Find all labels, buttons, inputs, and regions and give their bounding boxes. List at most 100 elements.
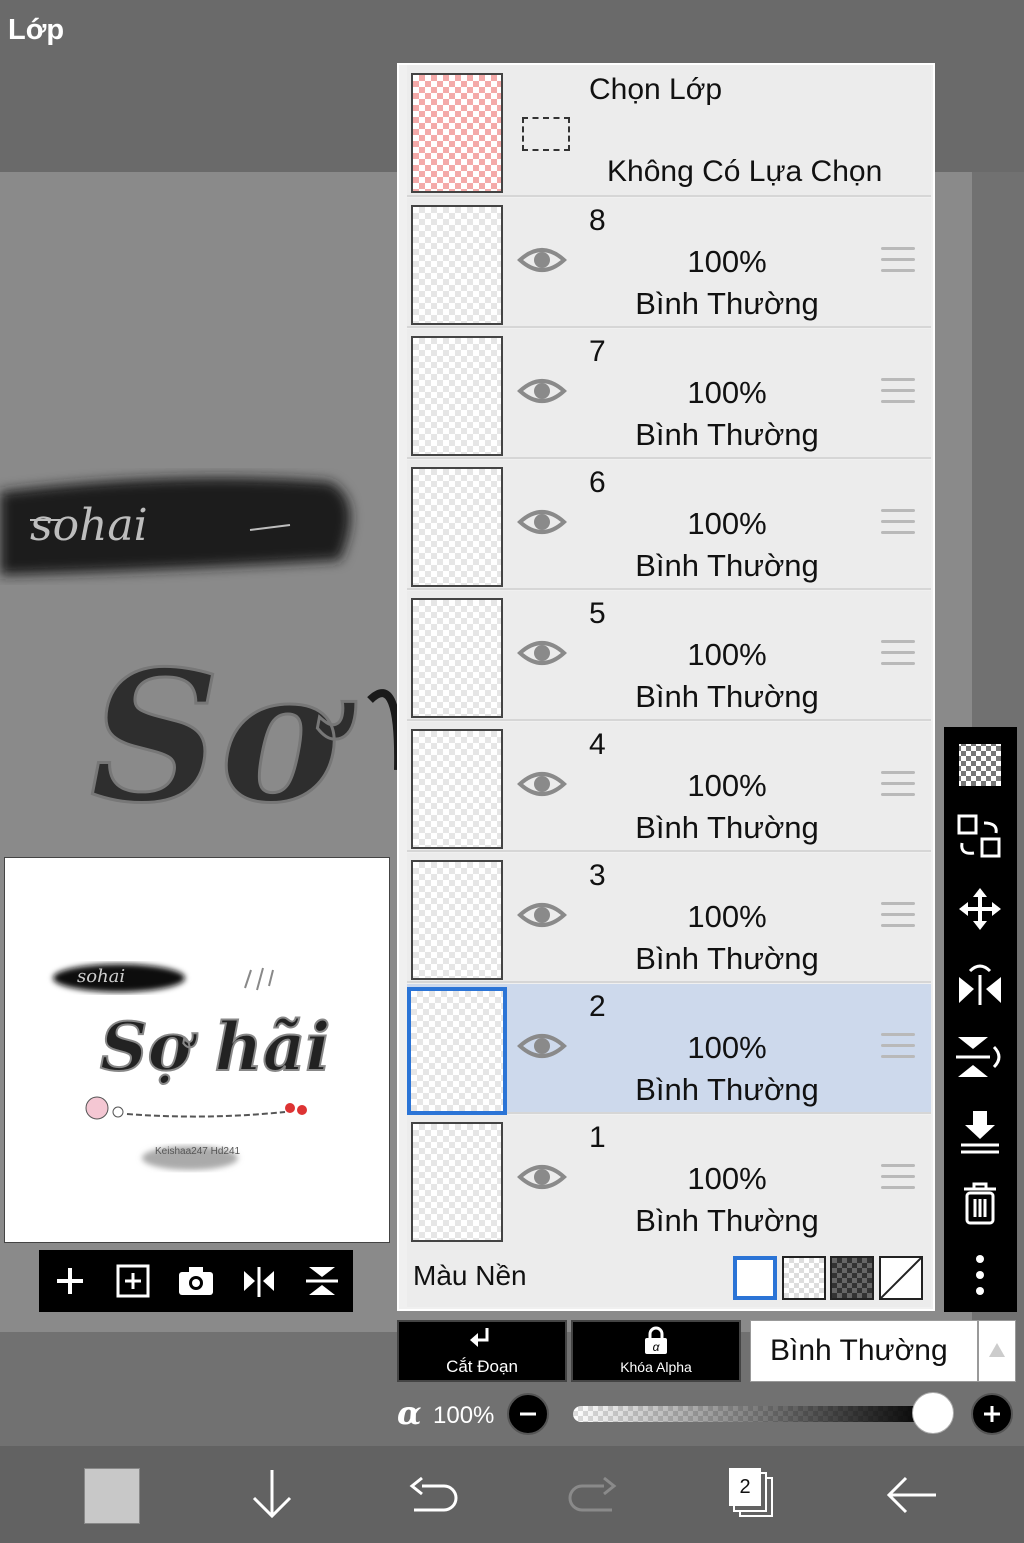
canvas-banner-text: sohai — [30, 500, 148, 551]
visibility-eye-icon[interactable] — [517, 895, 567, 935]
layer-row[interactable]: 2 100% Bình Thường — [407, 984, 931, 1115]
clip-button[interactable]: Cắt Đoạn — [397, 1320, 567, 1382]
layer-blend-mode: Bình Thường — [635, 1203, 819, 1238]
layer-blend-mode: Bình Thường — [635, 941, 819, 976]
svg-text:α: α — [653, 1340, 661, 1354]
checker-icon[interactable] — [956, 741, 1004, 789]
blend-mode-arrow-icon[interactable] — [978, 1320, 1016, 1382]
preview-toolbar — [39, 1250, 353, 1312]
drag-handle-icon[interactable] — [881, 1164, 915, 1190]
layer-blend-mode: Bình Thường — [635, 286, 819, 321]
color-swatch-button[interactable] — [84, 1468, 140, 1524]
visibility-eye-icon[interactable] — [517, 1026, 567, 1066]
back-arrow-icon[interactable] — [880, 1464, 944, 1526]
selection-layer-thumbnail — [411, 73, 503, 193]
visibility-eye-icon[interactable] — [517, 240, 567, 280]
layer-row[interactable]: 6 100% Bình Thường — [407, 460, 931, 590]
preview-credit-text: Keishaa247 Hd241 — [155, 1146, 241, 1157]
move-icon[interactable] — [956, 885, 1004, 933]
drag-handle-icon[interactable] — [881, 247, 915, 273]
background-dark-checker-swatch[interactable] — [830, 1256, 874, 1300]
layer-row[interactable]: 4 100% Bình Thường — [407, 722, 931, 852]
layer-thumbnail — [411, 860, 503, 980]
selection-layer-row[interactable]: Chọn Lớp Không Có Lựa Chọn — [407, 65, 931, 197]
camera-icon[interactable] — [174, 1259, 218, 1303]
opacity-decrease-button[interactable] — [507, 1393, 549, 1435]
add-layer-icon[interactable] — [48, 1259, 92, 1303]
preview-banner-text: sohai — [77, 966, 125, 987]
blend-mode-select[interactable]: Bình Thường — [750, 1320, 978, 1382]
background-color-label: Màu Nền — [413, 1260, 527, 1291]
layer-panel: Chọn Lớp Không Có Lựa Chọn 8 100% Bình Thư… — [397, 63, 935, 1311]
layers-count-button[interactable]: 2 — [720, 1464, 784, 1526]
opacity-value: 100% — [433, 1402, 495, 1429]
lock-icon: α — [645, 1326, 667, 1354]
background-checker-swatch[interactable] — [782, 1256, 826, 1300]
layer-number: 4 — [589, 728, 606, 761]
clip-icon — [470, 1328, 489, 1347]
layer-thumbnail — [407, 987, 507, 1115]
flip-vertical-icon[interactable] — [956, 1033, 1004, 1081]
layer-number: 7 — [589, 335, 606, 368]
layer-number: 3 — [589, 859, 606, 892]
layer-number: 8 — [589, 204, 606, 237]
visibility-eye-icon[interactable] — [517, 764, 567, 804]
layer-thumbnail — [411, 205, 503, 325]
canvas-preview[interactable]: sohai Sợ hãi Keishaa247 Hd241 — [4, 857, 390, 1243]
more-icon[interactable] — [956, 1251, 1004, 1299]
alpha-lock-label: Khóa Alpha — [620, 1359, 692, 1375]
flip-vertical-icon[interactable] — [300, 1259, 344, 1303]
layer-opacity: 100% — [687, 637, 767, 672]
layer-number: 5 — [589, 597, 606, 630]
opacity-row: α 100% — [397, 1392, 1024, 1438]
opacity-slider-knob[interactable] — [912, 1392, 954, 1434]
layer-row[interactable]: 7 100% Bình Thường — [407, 329, 931, 459]
layer-number: 1 — [589, 1121, 606, 1154]
selection-status: Không Có Lựa Chọn — [607, 155, 883, 188]
download-arrow-icon[interactable] — [240, 1464, 304, 1526]
bottom-bar: 2 — [0, 1446, 1024, 1543]
layer-thumbnail — [411, 598, 503, 718]
preview-title-text: Sợ hãi — [100, 1008, 330, 1086]
layer-row[interactable]: 8 100% Bình Thường — [407, 198, 931, 328]
right-toolbar — [944, 727, 1017, 1312]
background-white-swatch[interactable] — [733, 1256, 777, 1300]
drag-handle-icon[interactable] — [881, 640, 915, 666]
layer-opacity: 100% — [687, 768, 767, 803]
layer-opacity: 100% — [687, 506, 767, 541]
opacity-increase-button[interactable] — [971, 1393, 1013, 1435]
drag-handle-icon[interactable] — [881, 771, 915, 797]
undo-icon[interactable] — [400, 1464, 464, 1526]
layer-opacity: 100% — [687, 1161, 767, 1196]
layer-blend-mode: Bình Thường — [635, 1072, 819, 1107]
trash-icon[interactable] — [956, 1179, 1004, 1227]
flip-horizontal-icon[interactable] — [956, 959, 1004, 1007]
layer-thumbnail — [411, 729, 503, 849]
layer-blend-mode: Bình Thường — [635, 810, 819, 845]
layer-row[interactable]: 3 100% Bình Thường — [407, 853, 931, 983]
visibility-eye-icon[interactable] — [517, 1157, 567, 1197]
layer-row[interactable]: 5 100% Bình Thường — [407, 591, 931, 721]
visibility-eye-icon[interactable] — [517, 371, 567, 411]
duplicate-layer-icon[interactable] — [111, 1259, 155, 1303]
window-title: Lớp — [8, 14, 65, 46]
layer-row[interactable]: 1 100% Bình Thường — [407, 1115, 931, 1245]
transfer-icon[interactable] — [956, 813, 1004, 861]
layer-opacity: 100% — [687, 899, 767, 934]
alpha-lock-button[interactable]: α Khóa Alpha — [571, 1320, 741, 1382]
layer-opacity: 100% — [687, 244, 767, 279]
visibility-eye-icon[interactable] — [517, 502, 567, 542]
drag-handle-icon[interactable] — [881, 509, 915, 535]
background-none-swatch[interactable] — [879, 1256, 923, 1300]
redo-icon[interactable] — [562, 1464, 626, 1526]
drag-handle-icon[interactable] — [881, 378, 915, 404]
drag-handle-icon[interactable] — [881, 1033, 915, 1059]
visibility-eye-icon[interactable] — [517, 633, 567, 673]
merge-down-icon[interactable] — [956, 1107, 1004, 1155]
drag-handle-icon[interactable] — [881, 902, 915, 928]
flip-horizontal-icon[interactable] — [237, 1259, 281, 1303]
canvas-artwork: sohai Sơ — [0, 477, 400, 845]
clip-label: Cắt Đoạn — [446, 1357, 518, 1376]
svg-text:Sơ: Sơ — [90, 632, 356, 843]
opacity-slider-track[interactable] — [573, 1406, 933, 1422]
